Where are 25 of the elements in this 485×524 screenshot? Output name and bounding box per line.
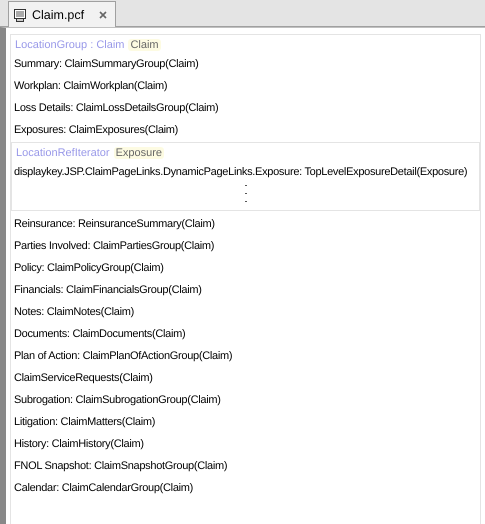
page-link-entry[interactable]: Exposures: ClaimExposures(Claim) bbox=[11, 119, 178, 141]
page-link-entry[interactable]: ClaimServiceRequests(Claim) bbox=[11, 367, 153, 389]
iterator-name-tag: Exposure bbox=[114, 147, 164, 159]
page-link-entry[interactable]: Financials: ClaimFinancialsGroup(Claim) bbox=[11, 279, 202, 301]
page-link-entry[interactable]: Workplan: ClaimWorkplan(Claim) bbox=[11, 75, 168, 97]
page-link-entry[interactable]: Reinsurance: ReinsuranceSummary(Claim) bbox=[11, 213, 215, 235]
page-link-entry[interactable]: Policy: ClaimPolicyGroup(Claim) bbox=[11, 257, 164, 279]
page-link-entry[interactable]: displaykey.JSP.ClaimPageLinks.DynamicPageLinks.Exposure: TopLevelExposureDetail(Exposure) bbox=[12, 161, 468, 183]
page-link-entry[interactable]: FNOL Snapshot: ClaimSnapshotGroup(Claim) bbox=[11, 455, 228, 477]
group-name-tag: Claim bbox=[128, 39, 161, 51]
page-link-entry[interactable]: Summary: ClaimSummaryGroup(Claim) bbox=[11, 53, 198, 75]
page-link-entry[interactable]: Litigation: ClaimMatters(Claim) bbox=[11, 411, 156, 433]
page-link-entry[interactable]: Documents: ClaimDocuments(Claim) bbox=[11, 323, 186, 345]
close-icon[interactable] bbox=[99, 10, 108, 18]
page-link-entry[interactable]: Subrogation: ClaimSubrogationGroup(Claim) bbox=[11, 389, 221, 411]
group-type-label: LocationGroup : Claim bbox=[15, 39, 124, 51]
page-link-entry[interactable]: Loss Details: ClaimLossDetailsGroup(Claim) bbox=[11, 97, 218, 119]
page-link-entry[interactable]: Plan of Action: ClaimPlanOfActionGroup(Claim) bbox=[11, 345, 232, 367]
page-link-entry[interactable]: Calendar: ClaimCalendarGroup(Claim) bbox=[11, 477, 194, 499]
editor-tab[interactable]: Claim.pcf bbox=[8, 1, 116, 27]
page-link-entry[interactable]: Notes: ClaimNotes(Claim) bbox=[11, 301, 134, 323]
page-link-entry[interactable]: History: ClaimHistory(Claim) bbox=[11, 433, 144, 455]
iterator-type-label: LocationRefIterator bbox=[16, 147, 110, 159]
page-link-entry[interactable]: Parties Involved: ClaimPartiesGroup(Claim) bbox=[11, 235, 214, 257]
document-icon bbox=[13, 8, 27, 22]
